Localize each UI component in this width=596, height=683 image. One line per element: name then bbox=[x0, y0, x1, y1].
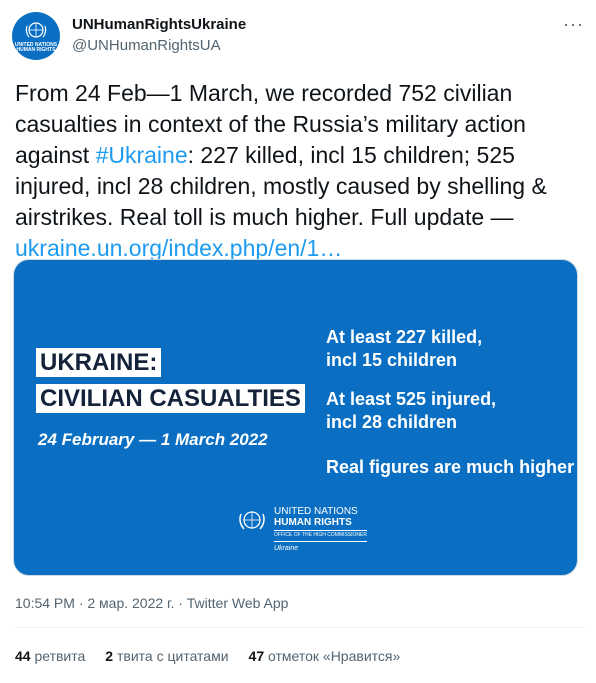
likes-label: отметок «Нравится» bbox=[268, 648, 401, 664]
stat-killed: At least 227 killed, incl 15 children bbox=[326, 326, 482, 372]
headline-line2: CIVILIAN CASUALTIES bbox=[36, 384, 305, 413]
retweets-label: ретвита bbox=[34, 648, 86, 664]
likes-stat[interactable]: 47 отметок «Нравится» bbox=[249, 648, 401, 664]
likes-count: 47 bbox=[248, 648, 265, 664]
avatar[interactable]: UNITED NATIONS HUMAN RIGHTS bbox=[12, 12, 60, 60]
headline-text2: CIVILIAN CASUALTIES bbox=[36, 384, 305, 413]
un-logo: UNITED NATIONS HUMAN RIGHTS OFFICE OF TH… bbox=[236, 506, 367, 553]
tweet-text: From 24 Feb—1 March, we recorded 752 civ… bbox=[15, 78, 585, 264]
retweets-count: 44 bbox=[15, 648, 31, 664]
logo-text: UNITED NATIONS HUMAN RIGHTS OFFICE OF TH… bbox=[274, 506, 367, 553]
author-handle[interactable]: @UNHumanRightsUA bbox=[72, 37, 221, 54]
tweet-metadata[interactable]: 10:54 PM · 2 мар. 2022 г. · Twitter Web … bbox=[15, 595, 288, 611]
logo-line1: UNITED NATIONS bbox=[274, 506, 358, 517]
divider bbox=[15, 627, 585, 628]
tweet-stats: 44 ретвита 2 твита с цитатами 47 отметок… bbox=[15, 648, 420, 664]
stat-injured-line1: At least 525 injured, bbox=[326, 389, 497, 409]
stat-injured: At least 525 injured, incl 28 children bbox=[326, 388, 496, 434]
retweets-stat[interactable]: 44 ретвита bbox=[15, 648, 85, 664]
logo-line2: HUMAN RIGHTS bbox=[274, 517, 352, 528]
un-emblem-icon bbox=[25, 21, 47, 38]
logo-line3: OFFICE OF THE HIGH COMMISSIONER bbox=[274, 530, 367, 538]
quotes-label: твита с цитатами bbox=[116, 648, 229, 664]
stat-injured-line2: incl 28 children bbox=[326, 412, 458, 432]
url-link[interactable]: ukraine.un.org/index.php/en/1… bbox=[15, 235, 342, 261]
hashtag-link[interactable]: #Ukraine bbox=[96, 142, 188, 168]
quotes-stat[interactable]: 2 твита с цитатами bbox=[105, 648, 228, 664]
tweet: UNITED NATIONS HUMAN RIGHTS UNHumanRight… bbox=[0, 0, 596, 683]
stat-killed-line1: At least 227 killed, bbox=[326, 327, 483, 347]
author-name[interactable]: UNHumanRightsUkraine bbox=[72, 16, 246, 33]
un-emblem-icon bbox=[239, 511, 265, 530]
headline-line1: UKRAINE: bbox=[36, 348, 162, 377]
media-image[interactable]: UKRAINE: CIVILIAN CASUALTIES 24 February… bbox=[13, 259, 578, 576]
quotes-count: 2 bbox=[105, 648, 114, 664]
headline-text1: UKRAINE: bbox=[36, 348, 162, 377]
date-range: 24 February — 1 March 2022 bbox=[38, 430, 268, 449]
more-dots-icon[interactable]: ··· bbox=[563, 14, 584, 35]
avatar-text: UNITED NATIONS HUMAN RIGHTS bbox=[14, 41, 58, 53]
stat-killed-line2: incl 15 children bbox=[326, 350, 458, 370]
stat-real: Real figures are much higher bbox=[326, 457, 575, 477]
logo-line4: Ukraine bbox=[274, 541, 367, 553]
